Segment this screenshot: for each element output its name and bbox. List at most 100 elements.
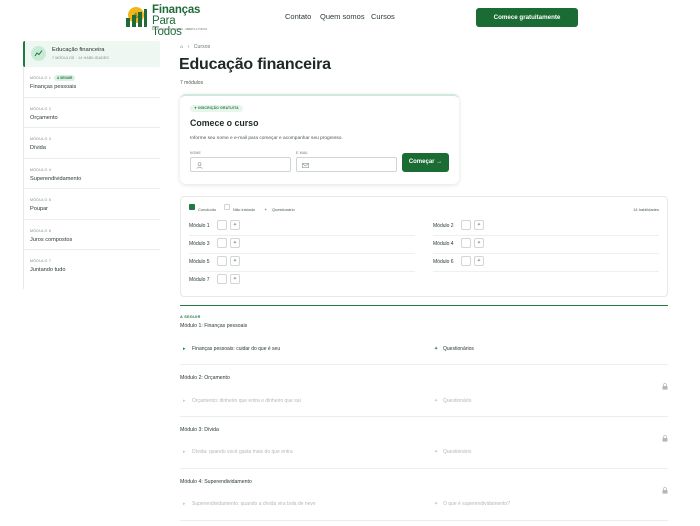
module-label: Módulo 4 xyxy=(433,241,454,247)
section-title-2: Módulo 2: Orçamento xyxy=(180,375,230,381)
module-label: Módulo 6 xyxy=(433,259,454,265)
quiz-star-icon[interactable]: ✦ xyxy=(230,238,240,248)
start-free-button[interactable]: Comece gratuitamente xyxy=(476,8,578,27)
sidebar-course-sub: 7 MÓDULOS · 14 HABILIDADES xyxy=(52,56,109,60)
sidebar-course-header[interactable]: Educação financeira 7 MÓDULOS · 14 HABIL… xyxy=(23,41,160,67)
play-icon: ▸ xyxy=(183,449,186,455)
module-row-3[interactable]: Módulo 3 ✦ xyxy=(189,238,415,254)
skill-box[interactable] xyxy=(461,220,471,230)
sidebar-item-module-1[interactable]: MÓDULO 1 A SEGUIR Finanças pessoais xyxy=(23,67,160,98)
lesson-label: Finanças pessoais: cuidar do que é seu xyxy=(192,346,281,352)
star-icon: ✦ xyxy=(434,346,439,352)
lesson-link-2[interactable]: ▸ Orçamento: dinheiro que entra e dinheir… xyxy=(183,398,301,404)
quiz-label: Questionário xyxy=(443,449,472,455)
email-field[interactable] xyxy=(296,157,397,172)
module-label: Módulo 2 xyxy=(433,223,454,229)
free-signup-badge: ✦ INSCRIÇÃO GRATUITA xyxy=(190,105,243,112)
breadcrumb-cursos[interactable]: Cursos xyxy=(194,44,210,50)
skill-box[interactable] xyxy=(217,238,227,248)
skills-count: 14 habilidades xyxy=(633,207,659,212)
sidebar-item-label: Superendividamento xyxy=(30,175,82,182)
lesson-link-1[interactable]: ▸ Finanças pessoais: cuidar do que é seu xyxy=(183,346,280,352)
nav-cursos[interactable]: Cursos xyxy=(371,12,395,21)
sidebar-item-module-3[interactable]: MÓDULO 3 Dívida xyxy=(23,128,160,159)
sidebar-course-title: Educação financeira xyxy=(52,47,105,53)
legend-completed: Concluído xyxy=(198,207,217,212)
sidebar-item-module-7[interactable]: MÓDULO 7 Juntando tudo xyxy=(23,250,160,281)
sidebar-item-label: Juros compostos xyxy=(30,236,73,243)
quiz-star-icon[interactable]: ✦ xyxy=(474,256,484,266)
email-label: E-MAIL xyxy=(296,151,309,155)
quiz-star-icon[interactable]: ✦ xyxy=(474,238,484,248)
module-label: Módulo 3 xyxy=(189,241,210,247)
sidebar-item-label: Dívida xyxy=(30,145,46,151)
sidebar-divider xyxy=(23,67,24,289)
section-separator xyxy=(180,520,668,521)
start-button[interactable]: Começar → xyxy=(402,153,449,172)
lesson-link-4[interactable]: ▸ Superendividamento: quando a dívida vir… xyxy=(183,501,316,507)
quiz-link-1[interactable]: ✦ Questionários xyxy=(434,346,474,352)
skill-box[interactable] xyxy=(217,274,227,284)
name-field[interactable] xyxy=(190,157,291,172)
page-title: Educação financeira xyxy=(179,56,331,73)
star-icon: ✦ xyxy=(434,398,439,404)
sidebar-item-module-2[interactable]: MÓDULO 2 Orçamento xyxy=(23,98,160,128)
sidebar-item-num: MÓDULO 2 xyxy=(30,106,52,111)
site-logo[interactable]: $ Finanças Para Todos EDUCAÇÃO FINANCEIR… xyxy=(123,4,208,38)
quiz-link-3[interactable]: ✦ Questionário xyxy=(434,449,471,455)
quiz-label: O que é superendividamento? xyxy=(443,501,510,507)
skill-box[interactable] xyxy=(461,238,471,248)
module-row-5[interactable]: Módulo 5 ✦ xyxy=(189,256,415,272)
sidebar-item-module-6[interactable]: MÓDULO 6 Juros compostos xyxy=(23,220,160,250)
quiz-star-icon[interactable]: ✦ xyxy=(230,274,240,284)
module-row-2[interactable]: Módulo 2 ✦ xyxy=(433,220,659,236)
play-icon: ▸ xyxy=(183,501,186,507)
section-title-4: Módulo 4: Superendividamento xyxy=(180,479,252,485)
section-separator xyxy=(180,468,668,469)
star-icon: ✦ xyxy=(434,501,439,507)
sidebar-item-num: MÓDULO 3 xyxy=(30,137,52,141)
module-label: Módulo 1 xyxy=(189,223,210,229)
home-icon[interactable]: ⌂ xyxy=(180,44,183,50)
sidebar-item-module-5[interactable]: MÓDULO 5 Poupar xyxy=(23,189,160,220)
module-row-6[interactable]: Módulo 6 ✦ xyxy=(433,256,659,272)
lock-icon xyxy=(662,377,668,395)
breadcrumb-separator: › xyxy=(187,44,190,50)
quiz-star-icon[interactable]: ✦ xyxy=(230,256,240,266)
sidebar-item-label: Finanças pessoais xyxy=(30,84,77,90)
signup-description: Informe seu nome e e-mail para começar e… xyxy=(190,136,343,141)
module-row-1[interactable]: Módulo 1 ✦ xyxy=(189,220,415,236)
play-icon: ▸ xyxy=(183,346,186,352)
quiz-link-4[interactable]: ✦ O que é superendividamento? xyxy=(434,501,510,507)
lock-icon xyxy=(662,481,668,499)
mail-icon xyxy=(302,162,309,169)
quiz-star-icon[interactable]: ✦ xyxy=(474,220,484,230)
lesson-link-3[interactable]: ▸ Dívida: quando você gasta mais do que e… xyxy=(183,449,293,455)
svg-text:$: $ xyxy=(134,12,138,20)
module-row-7[interactable]: Módulo 7 ✦ xyxy=(189,274,415,290)
sidebar-item-module-4[interactable]: MÓDULO 4 Superendividamento xyxy=(23,159,160,189)
quiz-label: Questionário xyxy=(443,398,472,404)
star-icon: ✦ xyxy=(434,449,439,455)
quiz-star-icon[interactable]: ✦ xyxy=(230,220,240,230)
lock-icon xyxy=(662,429,668,447)
nav-contato[interactable]: Contato xyxy=(285,12,311,21)
logo-tagline: EDUCAÇÃO FINANCEIRA · ABERTA A TODOS xyxy=(152,28,208,31)
module-row-4[interactable]: Módulo 4 ✦ xyxy=(433,238,659,254)
next-badge: A SEGUIR xyxy=(54,74,76,81)
sidebar-item-num: MÓDULO 6 xyxy=(30,228,52,233)
next-up-label: A SEGUIR xyxy=(180,315,201,319)
logo-mark-icon: $ xyxy=(126,7,147,27)
section-separator xyxy=(180,364,668,365)
course-sidebar: Educação financeira 7 MÓDULOS · 14 HABIL… xyxy=(23,41,160,281)
skill-box[interactable] xyxy=(217,256,227,266)
sidebar-item-label: Poupar xyxy=(30,206,49,212)
module-count: 7 módulos xyxy=(180,80,204,86)
quiz-star-icon: ✦ xyxy=(264,207,268,212)
nav-quem-somos[interactable]: Quem somos xyxy=(320,12,365,21)
skill-box[interactable] xyxy=(461,256,471,266)
quiz-link-2[interactable]: ✦ Questionário xyxy=(434,398,471,404)
skill-box[interactable] xyxy=(217,220,227,230)
sidebar-item-num: MÓDULO 1 xyxy=(30,76,52,80)
quiz-label: Questionários xyxy=(443,346,474,352)
